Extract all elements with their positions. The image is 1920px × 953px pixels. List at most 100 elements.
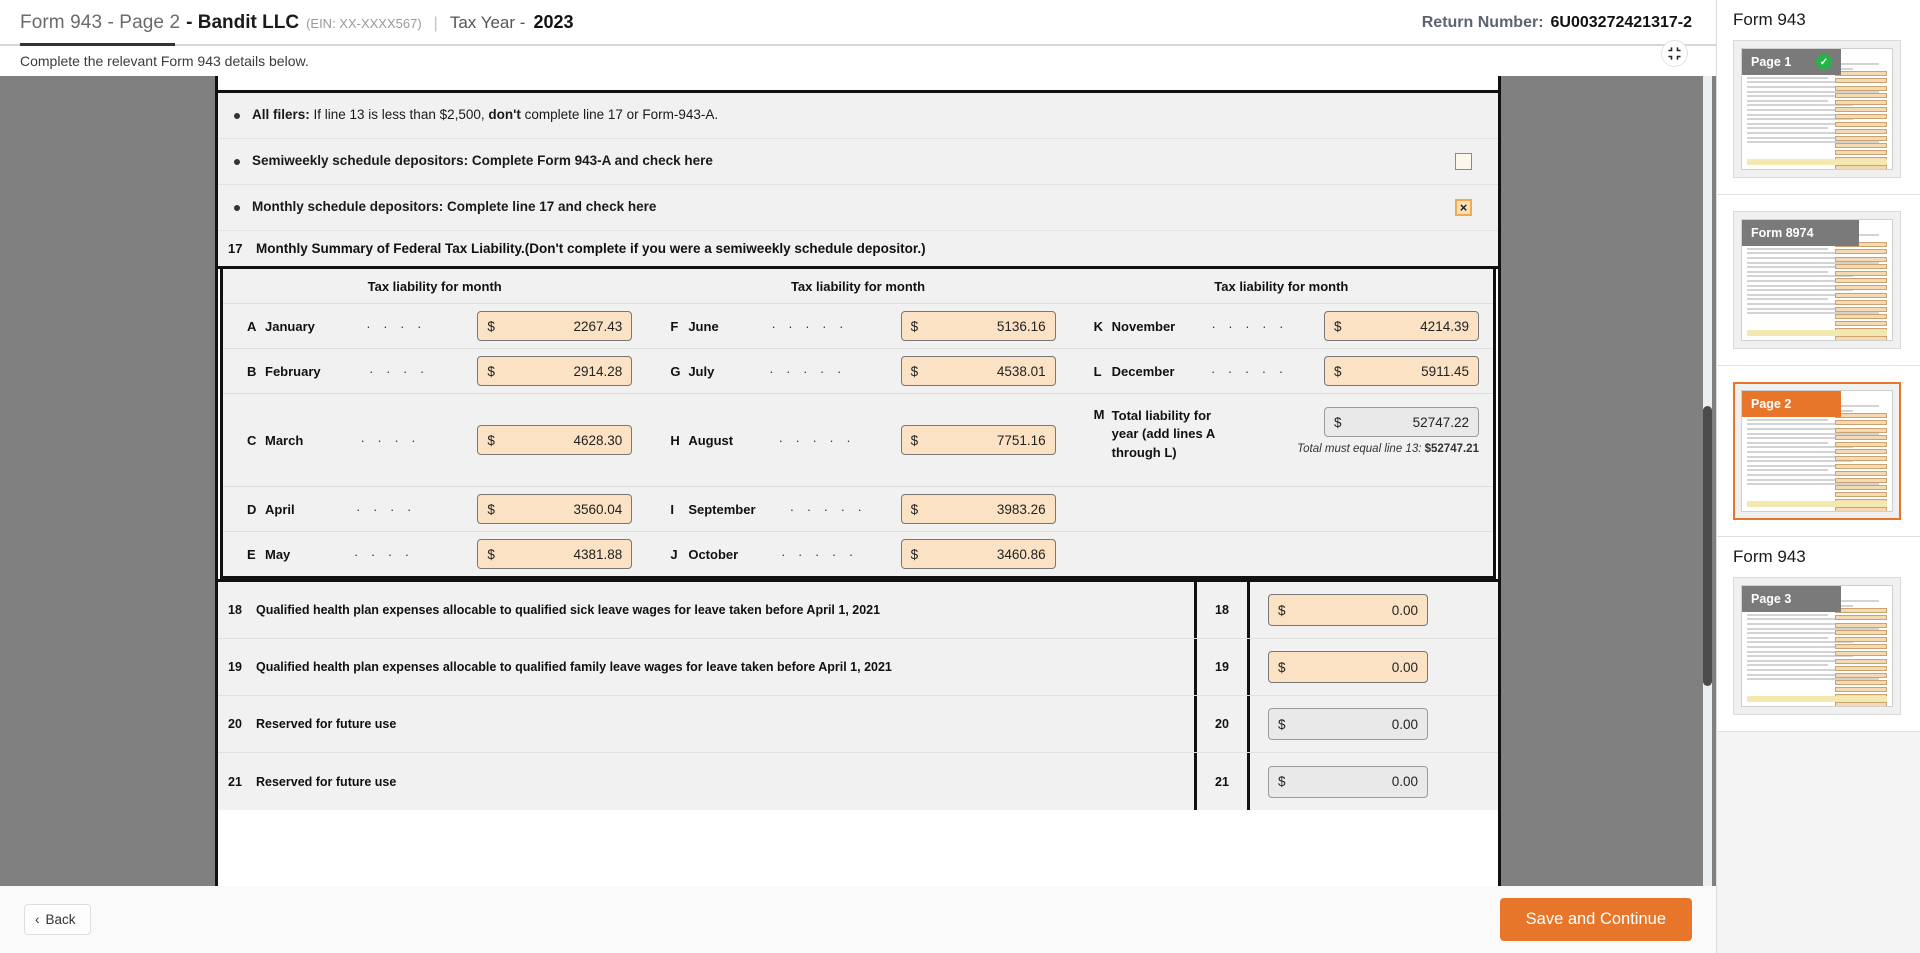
month-input-march[interactable]: $4628.30	[477, 425, 633, 455]
field-value: 2914.28	[573, 363, 623, 379]
line-input-19[interactable]: $0.00	[1268, 651, 1428, 683]
line-number-left: 20	[228, 717, 242, 731]
month-cell-august: H August · · · · · $7751.16	[646, 394, 1069, 486]
month-cell-july: G July · · · · · $4538.01	[646, 349, 1069, 393]
month-input-may[interactable]: $4381.88	[477, 539, 633, 569]
line-value-cell-19: $0.00	[1250, 639, 1498, 695]
company-name: - Bandit LLC	[186, 12, 300, 33]
line-number-column-21: 21	[1194, 753, 1250, 810]
return-number-value: 6U003272421317-2	[1550, 14, 1692, 31]
company-ein: (EIN: XX-XXXX567)	[306, 16, 422, 31]
checkbox-wrapper-semiweekly	[1455, 153, 1472, 170]
thumbnail-label-bar: Page 1 ✓	[1742, 49, 1841, 75]
monthly-table-header-row: Tax liability for month Tax liability fo…	[223, 269, 1493, 304]
line-input-21: $0.00	[1268, 765, 1428, 798]
thumbnail-label: Page 3	[1751, 592, 1792, 606]
currency-symbol: $	[910, 318, 919, 334]
instruction-text: Complete the relevant Form 943 details b…	[20, 53, 309, 69]
field-value: 0.00	[1391, 602, 1418, 618]
currency-symbol: $	[1278, 659, 1286, 675]
instruction-text-all-filers: All filers: If line 13 is less than $2,5…	[252, 107, 719, 123]
currency-symbol: $	[1333, 318, 1342, 334]
monthly-table-row: A January · · · · $2267.43 F June · · · · · $51…	[223, 304, 1493, 349]
month-label: December	[1111, 363, 1175, 379]
currency-symbol: $	[1333, 363, 1342, 379]
page-thumbnail-sidebar[interactable]: Form 943 Page 1 ✓ Form 8974 Page 2 Form 943 Pa…	[1716, 0, 1920, 953]
month-letter: I	[670, 501, 674, 517]
page-title: Form 943 - Page 2	[20, 12, 181, 33]
instruction-bar: Complete the relevant Form 943 details b…	[0, 46, 1716, 76]
field-value: 2267.43	[573, 318, 623, 334]
month-letter: L	[1093, 363, 1102, 379]
form-943-page: Form 943 - Page 2 - Bandit LLC (EIN: XX-…	[0, 0, 1920, 953]
month-input-december[interactable]: $5911.45	[1323, 356, 1479, 386]
month-letter: G	[670, 363, 681, 379]
month-cell-june: F June · · · · · $5136.16	[646, 304, 1069, 348]
field-value: 4538.01	[996, 363, 1046, 379]
month-input-october[interactable]: $3460.86	[900, 539, 1056, 569]
field-value: 5911.45	[1421, 363, 1469, 379]
instruction-text-semiweekly: Semiweekly schedule depositors: Complete…	[252, 153, 713, 169]
bullet-dot-icon	[234, 204, 240, 211]
thumbnail-page-2[interactable]: Page 2	[1733, 382, 1901, 520]
month-label: May	[265, 546, 291, 562]
leader-dots: · · · ·	[353, 546, 414, 562]
document-scrollbar-thumb[interactable]	[1703, 406, 1712, 686]
collapse-arrows-icon[interactable]	[1661, 40, 1688, 67]
month-letter: H	[670, 432, 680, 448]
instruction-row-monthly: Monthly schedule depositors: Complete li…	[218, 185, 1498, 231]
month-cell-may: E May · · · · $4381.88	[223, 532, 646, 576]
thumbnail-form-8974[interactable]: Form 8974	[1733, 211, 1901, 349]
instruction-row-all-filers: All filers: If line 13 is less than $2,5…	[218, 93, 1498, 139]
leader-dots: · · · ·	[366, 318, 426, 334]
back-button[interactable]: ‹ Back	[24, 904, 91, 935]
month-cell-february: B February · · · · $2914.28	[223, 349, 646, 393]
save-and-continue-button[interactable]: Save and Continue	[1499, 898, 1692, 941]
currency-symbol: $	[910, 546, 919, 562]
currency-symbol: $	[487, 501, 495, 517]
return-number-group: Return Number: 6U003272421317-2	[1422, 14, 1692, 32]
month-input-july[interactable]: $4538.01	[900, 356, 1056, 386]
month-cell-october: J October · · · · · $3460.86	[646, 532, 1069, 576]
month-letter: C	[247, 432, 257, 448]
month-letter: K	[1093, 318, 1104, 334]
month-input-august[interactable]: $7751.16	[900, 425, 1056, 455]
month-input-november[interactable]: $4214.39	[1323, 311, 1479, 341]
return-number-label: Return Number:	[1421, 14, 1544, 31]
month-input-september[interactable]: $3983.26	[900, 494, 1056, 524]
thumbnail-page-1[interactable]: Page 1 ✓	[1733, 40, 1901, 178]
leader-dots: · · · ·	[369, 363, 429, 379]
column-header-2: Tax liability for month	[790, 279, 926, 294]
month-letter: A	[247, 318, 257, 334]
line-input-18[interactable]: $0.00	[1268, 594, 1428, 626]
month-input-january[interactable]: $2267.43	[477, 311, 633, 341]
currency-symbol: $	[910, 432, 919, 448]
checkbox-semiweekly[interactable]	[1455, 153, 1472, 170]
form-content: All filers: If line 13 is less than $2,5…	[218, 76, 1498, 810]
field-value: 0.00	[1391, 716, 1418, 732]
total-value-group: $52747.22 Total must equal line 13: $5274…	[1297, 407, 1479, 455]
thumbnail-label-bar: Form 8974	[1742, 220, 1859, 246]
currency-symbol: $	[1278, 602, 1286, 618]
main-pane: Form 943 - Page 2 - Bandit LLC (EIN: XX-…	[0, 0, 1716, 953]
month-input-june[interactable]: $5136.16	[900, 311, 1056, 341]
month-label: July	[688, 363, 715, 379]
month-cell-september: I September · · · · · $3983.26	[646, 487, 1069, 531]
month-letter: J	[670, 546, 678, 562]
numbered-lines-container: 18 Qualified health plan expenses allocab…	[218, 582, 1498, 810]
thumbnail-page-3[interactable]: Page 3	[1733, 577, 1901, 715]
currency-symbol: $	[487, 432, 495, 448]
month-label: October	[688, 546, 739, 562]
thumbnail-group-0: Form 943 Page 1 ✓	[1717, 0, 1920, 195]
checkbox-monthly[interactable]: ×	[1455, 199, 1472, 216]
field-value: 0.00	[1391, 774, 1418, 789]
thumbnail-page-preview: Page 1 ✓	[1741, 48, 1893, 170]
month-cell-march: C March · · · · $4628.30	[223, 394, 646, 486]
total-liability-cell: M Total liability for year (add lines A t…	[1070, 394, 1493, 486]
back-button-label: Back	[45, 912, 76, 927]
month-input-february[interactable]: $2914.28	[477, 356, 633, 386]
field-value: 3460.86	[996, 546, 1046, 562]
month-letter: B	[247, 363, 257, 379]
month-input-april[interactable]: $3560.04	[477, 494, 633, 524]
leader-dots: · · · · ·	[789, 501, 867, 517]
